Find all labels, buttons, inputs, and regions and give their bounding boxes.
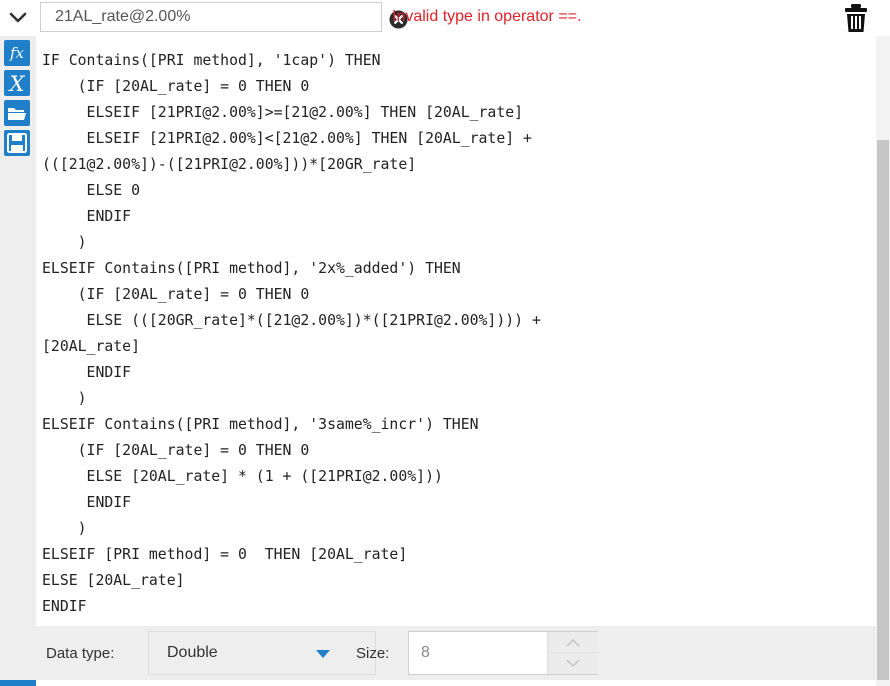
- chevron-down-small-icon: [566, 659, 580, 668]
- code-line: ELSEIF [21PRI@2.00%]<[21@2.00%] THEN [20…: [42, 130, 532, 147]
- code-line: IF Contains([PRI method], '1cap') THEN: [42, 52, 381, 69]
- code-line: ENDIF: [42, 364, 132, 381]
- decrement-button[interactable]: [548, 653, 598, 674]
- code-line: ENDIF: [42, 494, 132, 511]
- formula-tool-panel: Invalid type in operator ==. fx X: [0, 0, 890, 686]
- error-message: Invalid type in operator ==.: [392, 8, 582, 25]
- size-stepper[interactable]: [408, 631, 598, 675]
- save-expression-button[interactable]: [4, 130, 30, 156]
- folder-open-icon: [8, 108, 26, 120]
- save-disk-icon: [7, 133, 27, 153]
- code-line: ): [42, 390, 87, 407]
- dropdown-arrow-icon: [316, 650, 330, 658]
- size-label: Size:: [356, 645, 390, 662]
- data-type-value: Double: [167, 644, 218, 661]
- code-line: (IF [20AL_rate] = 0 THEN 0: [42, 286, 310, 303]
- code-line: ): [42, 234, 87, 251]
- code-line: (([21@2.00%])-([21PRI@2.00%]))*[20GR_rat…: [42, 156, 417, 173]
- expression-code: IF Contains([PRI method], '1cap') THEN (…: [42, 48, 541, 620]
- code-line: [20AL_rate]: [42, 338, 140, 355]
- code-line: (IF [20AL_rate] = 0 THEN 0: [42, 442, 310, 459]
- expression-editor[interactable]: IF Contains([PRI method], '1cap') THEN (…: [36, 36, 876, 626]
- code-line: ELSE [20AL_rate]: [42, 572, 185, 589]
- code-line: ELSEIF Contains([PRI method], '2x%_added…: [42, 260, 461, 277]
- code-line: ): [42, 520, 87, 537]
- code-line: (IF [20AL_rate] = 0 THEN 0: [42, 78, 310, 95]
- editor-scrollbar[interactable]: [876, 36, 890, 686]
- trash-icon[interactable]: [842, 3, 870, 33]
- output-field-name[interactable]: [40, 2, 408, 32]
- variables-button[interactable]: X: [4, 70, 30, 96]
- size-stepper-buttons: [547, 632, 598, 674]
- functions-button[interactable]: fx: [4, 40, 30, 66]
- data-type-label: Data type:: [46, 645, 115, 662]
- fx-icon: fx: [9, 44, 25, 62]
- toolbar-bottom-accent: [0, 680, 36, 686]
- svg-text:fx: fx: [9, 44, 25, 62]
- code-line: ELSEIF [21PRI@2.00%]>=[21@2.00%] THEN [2…: [42, 104, 524, 121]
- size-input[interactable]: [421, 644, 541, 662]
- code-line: ENDIF: [42, 598, 87, 615]
- open-expression-button[interactable]: [4, 100, 30, 126]
- data-type-dropdown[interactable]: Double: [148, 631, 376, 675]
- code-line: ELSE 0: [42, 182, 140, 199]
- code-line: ELSE [20AL_rate] * (1 + ([21PRI@2.00%])): [42, 468, 443, 485]
- svg-text:X: X: [8, 72, 26, 96]
- output-field-name-input[interactable]: [55, 8, 355, 26]
- code-line: ELSEIF Contains([PRI method], '3same%_in…: [42, 416, 479, 433]
- chevron-down-icon[interactable]: [6, 6, 30, 30]
- code-line: ELSEIF [PRI method] = 0 THEN [20AL_rate]: [42, 546, 408, 563]
- chevron-up-icon: [566, 638, 580, 647]
- code-line: ELSE (([20GR_rate]*([21@2.00%])*([21PRI@…: [42, 312, 541, 329]
- field-type-bar: Data type: Double Size:: [36, 626, 876, 680]
- code-line: ENDIF: [42, 208, 132, 225]
- expression-toolbar: fx X: [0, 36, 36, 686]
- variable-x-icon: X: [8, 72, 26, 96]
- scrollbar-thumb[interactable]: [877, 140, 889, 680]
- increment-button[interactable]: [548, 632, 598, 653]
- expression-header: Invalid type in operator ==.: [0, 0, 890, 36]
